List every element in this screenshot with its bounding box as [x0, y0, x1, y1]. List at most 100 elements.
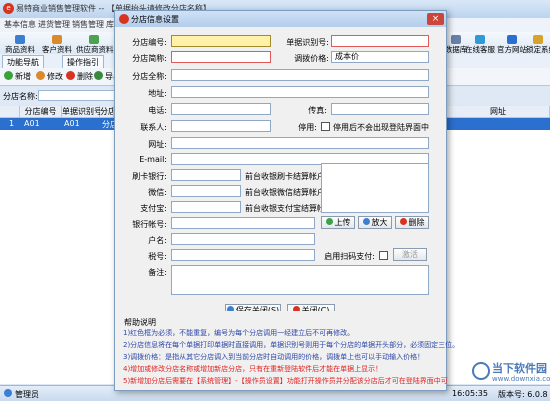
website-icon [507, 35, 517, 44]
menu-purchase[interactable]: 进货管理 [38, 19, 70, 30]
toolbar-supplier-button[interactable]: 供应商资料 [76, 35, 114, 54]
remark-input[interactable] [171, 265, 429, 295]
fullname-input[interactable] [171, 69, 429, 81]
database-icon [451, 35, 461, 44]
branch-info-dialog: 分店信息设置 × 分店编号: 单据识别号: 分店简称: 调拨价格: 成本价 分店… [114, 10, 459, 391]
price-select[interactable]: 成本价 [331, 51, 429, 63]
zoom-icon [362, 218, 370, 225]
alipay-note: 前台收银支付宝结算帐户 [245, 204, 333, 213]
dialog-app-icon [119, 14, 129, 24]
search-input[interactable] [38, 90, 118, 101]
upload-button[interactable]: 上传 [321, 216, 355, 229]
customer-icon [52, 35, 62, 44]
grid-header-index [0, 106, 20, 118]
price-label: 调拨价格: [294, 54, 329, 63]
wechat-note: 前台收银微信结算帐户 [245, 188, 325, 197]
card-bank-note: 前台收银刷卡结算帐户 [245, 172, 325, 181]
add-icon [4, 71, 13, 80]
dialog-title-bar[interactable]: 分店信息设置 × [115, 11, 446, 27]
watermark: 当下软件园 www.downxia.com [470, 358, 550, 388]
menu-basic-info[interactable]: 基本信息 [4, 19, 36, 30]
row-bill-id: A01 [64, 119, 80, 128]
help-section: 帮助说明 1)红色框为必须，不能重复，编号为每个分店调用一经建立后不可再修改。 … [118, 311, 459, 389]
name-label: 分店简称: [132, 54, 167, 63]
grid-header-name[interactable]: 分店名称 [100, 106, 114, 118]
menu-sales[interactable]: 销售管理 [72, 19, 104, 30]
code-label: 分店编号: [132, 38, 167, 47]
website-input[interactable] [171, 137, 429, 149]
wechat-input[interactable] [171, 185, 241, 197]
search-label: 分店名称: [3, 92, 38, 101]
help-line-4: 4)增加或修改分店名称或增加新店分店，只有在重新登陆软件后才能在单据上显示！ [123, 365, 383, 373]
email-label: E-mail: [139, 155, 167, 164]
status-version: 版本号: 6.0.8 [498, 390, 548, 399]
toolbar-service-button[interactable]: 在线客服 [462, 35, 498, 54]
dialog-close-icon[interactable]: × [427, 13, 444, 25]
disable-label: 停用: [298, 123, 317, 132]
lock-icon [533, 35, 543, 44]
activate-button[interactable]: 激活 [393, 248, 427, 261]
toolbar-customer-button[interactable]: 客户资料 [39, 35, 75, 54]
help-line-1: 1)红色框为必须，不能重复，编号为每个分店调用一经建立后不可再修改。 [123, 329, 355, 337]
status-time: 16:05:35 [452, 389, 488, 398]
toolbar-lock-button[interactable]: 锁定系统 [526, 35, 550, 54]
help-line-2: 2)分店信息将在每个单据打印单据时直接调用，单据识别号则用于每个分店的单据开头部… [123, 341, 460, 349]
service-icon [475, 35, 485, 44]
help-line-5: 5)新增加分店后需要在【系统管理】-【操作员设置】功能打开操作员并分配该分店后才… [123, 377, 448, 385]
delete-button[interactable]: 删除 [66, 71, 93, 82]
scan-pay-label: 启用扫码支付: [324, 252, 375, 261]
wechat-label: 微信: [148, 188, 167, 197]
alipay-label: 支付宝: [140, 204, 167, 213]
watermark-url: www.downxia.com [492, 375, 550, 383]
scan-pay-checkbox[interactable] [379, 251, 388, 260]
bank-account-label: 银行帐号: [132, 220, 167, 229]
zoom-button[interactable]: 放大 [358, 216, 392, 229]
tab-operation-guide[interactable]: 操作指引 [62, 55, 104, 68]
card-bank-input[interactable] [171, 169, 241, 181]
add-button[interactable]: 新增 [4, 71, 31, 82]
name-input[interactable] [171, 51, 271, 63]
bank-account-input[interactable] [171, 217, 315, 229]
contact-input[interactable] [171, 120, 271, 132]
alipay-input[interactable] [171, 201, 241, 213]
image-panel[interactable] [321, 163, 429, 213]
grid-header-website[interactable]: 网址 [447, 106, 550, 118]
bill-id-label: 单据识别号: [286, 38, 329, 47]
row-code: A01 [24, 119, 40, 128]
watermark-logo-icon [472, 362, 490, 380]
delete-image-button[interactable]: 删除 [395, 216, 429, 229]
disable-note: 停用后不会出现登陆界面中 [333, 123, 429, 132]
user-icon [4, 389, 12, 397]
bill-id-input[interactable] [331, 35, 429, 47]
export-icon [94, 71, 103, 80]
supplier-icon [89, 35, 99, 44]
grid-header-bill-id[interactable]: 单据识别号 [62, 106, 102, 118]
fullname-label: 分店全称: [132, 72, 167, 81]
disable-checkbox[interactable] [321, 122, 330, 131]
tab-function-nav[interactable]: 功能导航 [2, 55, 44, 68]
card-bank-label: 刷卡银行: [132, 172, 167, 181]
grid-header-code[interactable]: 分店编号 [20, 106, 62, 118]
status-user: 管理员 [15, 390, 39, 399]
edit-icon [36, 71, 45, 80]
watermark-name: 当下软件园 [492, 362, 547, 375]
edit-button[interactable]: 修改 [36, 71, 63, 82]
help-line-3: 3)调拨价格：是指从其它分店调入到当前分店时自动调用的价格，调拨单上也可以手动输… [123, 353, 425, 361]
remark-label: 备注: [148, 268, 167, 277]
code-input[interactable] [171, 35, 271, 47]
account-name-label: 户名: [148, 236, 167, 245]
delete-image-icon [399, 218, 407, 225]
account-name-input[interactable] [171, 233, 315, 245]
tax-label: 税号: [148, 252, 167, 261]
product-icon [15, 35, 25, 44]
toolbar-website-button[interactable]: 官方网站 [494, 35, 530, 54]
toolbar-product-button[interactable]: 商品资料 [2, 35, 38, 54]
help-title: 帮助说明 [124, 318, 156, 327]
fax-input[interactable] [331, 103, 429, 115]
row-index: 1 [9, 119, 15, 128]
address-input[interactable] [171, 86, 429, 98]
website-label: 网址: [148, 140, 167, 149]
tax-input[interactable] [171, 249, 315, 261]
phone-input[interactable] [171, 103, 271, 115]
app-logo-icon: e [3, 3, 14, 14]
